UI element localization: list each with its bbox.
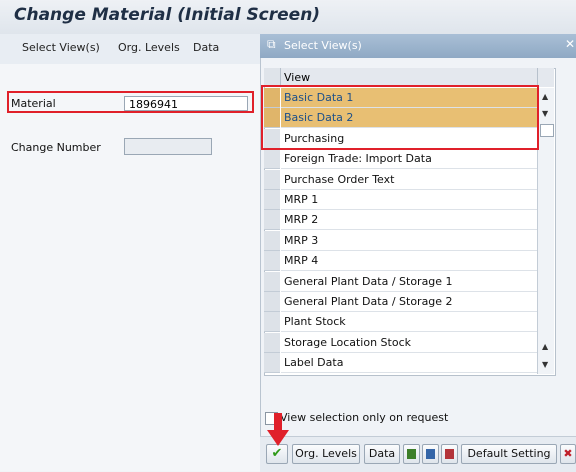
cancel-icon[interactable]: ✖ xyxy=(560,444,576,464)
scroll-thumb[interactable] xyxy=(540,124,554,137)
row-selector[interactable] xyxy=(264,292,280,312)
view-row[interactable]: MRP 3 xyxy=(281,231,537,251)
save-icon[interactable] xyxy=(441,444,458,464)
row-selector[interactable] xyxy=(264,149,280,169)
row-selector[interactable] xyxy=(264,312,280,332)
data-button[interactable]: Data xyxy=(364,444,400,464)
row-selector[interactable] xyxy=(264,170,280,190)
table-settings-icon[interactable] xyxy=(537,68,554,87)
selection-highlight-box xyxy=(261,85,539,150)
menu-data[interactable]: Data xyxy=(193,41,219,54)
menu-org-levels[interactable]: Org. Levels xyxy=(118,41,180,54)
confirm-button[interactable]: ✔ xyxy=(266,444,288,464)
view-row[interactable]: Label Data xyxy=(281,353,537,373)
material-highlight-box xyxy=(7,91,254,113)
scroll-down-icon[interactable]: ▼ xyxy=(542,109,548,118)
row-selector[interactable] xyxy=(264,210,280,230)
row-selector[interactable] xyxy=(264,333,280,353)
scroll-down-bottom-icon[interactable]: ▼ xyxy=(542,360,548,369)
row-selector[interactable] xyxy=(264,231,280,251)
view-row[interactable]: MRP 4 xyxy=(281,251,537,271)
view-row[interactable]: Foreign Trade: Import Data xyxy=(281,149,537,169)
view-row[interactable]: General Plant Data / Storage 2 xyxy=(281,292,537,312)
scroll-up-bottom-icon[interactable]: ▲ xyxy=(542,342,548,351)
view-row[interactable]: Plant Stock xyxy=(281,312,537,332)
menu-select-views[interactable]: Select View(s) xyxy=(22,41,100,54)
change-number-field[interactable] xyxy=(124,138,212,155)
view-row[interactable]: General Plant Data / Storage 1 xyxy=(281,272,537,292)
view-row[interactable]: MRP 2 xyxy=(281,210,537,230)
view-selection-label: View selection only on request xyxy=(280,411,449,424)
dialog-title: Select View(s) xyxy=(284,39,362,52)
row-selector[interactable] xyxy=(264,353,280,373)
view-row[interactable]: MRP 1 xyxy=(281,190,537,210)
row-selector[interactable] xyxy=(264,251,280,271)
scroll-up-icon[interactable]: ▲ xyxy=(542,92,548,101)
row-selector[interactable] xyxy=(264,190,280,210)
change-number-label: Change Number xyxy=(11,141,101,154)
select-all-icon[interactable] xyxy=(403,444,420,464)
left-panel xyxy=(0,64,260,471)
view-row[interactable]: Storage Location Stock xyxy=(281,333,537,353)
default-setting-button[interactable]: Default Setting xyxy=(461,444,557,464)
page-title: Change Material (Initial Screen) xyxy=(14,5,321,25)
row-selector[interactable] xyxy=(264,272,280,292)
org-levels-button[interactable]: Org. Levels xyxy=(292,444,360,464)
deselect-all-icon[interactable] xyxy=(422,444,439,464)
close-icon[interactable]: ✕ xyxy=(565,37,575,51)
view-row[interactable]: Purchase Order Text xyxy=(281,170,537,190)
dialog-window-icon: ⧉ xyxy=(267,37,276,51)
checkmark-icon: ✔ xyxy=(271,446,283,461)
red-arrow-icon xyxy=(267,413,289,446)
